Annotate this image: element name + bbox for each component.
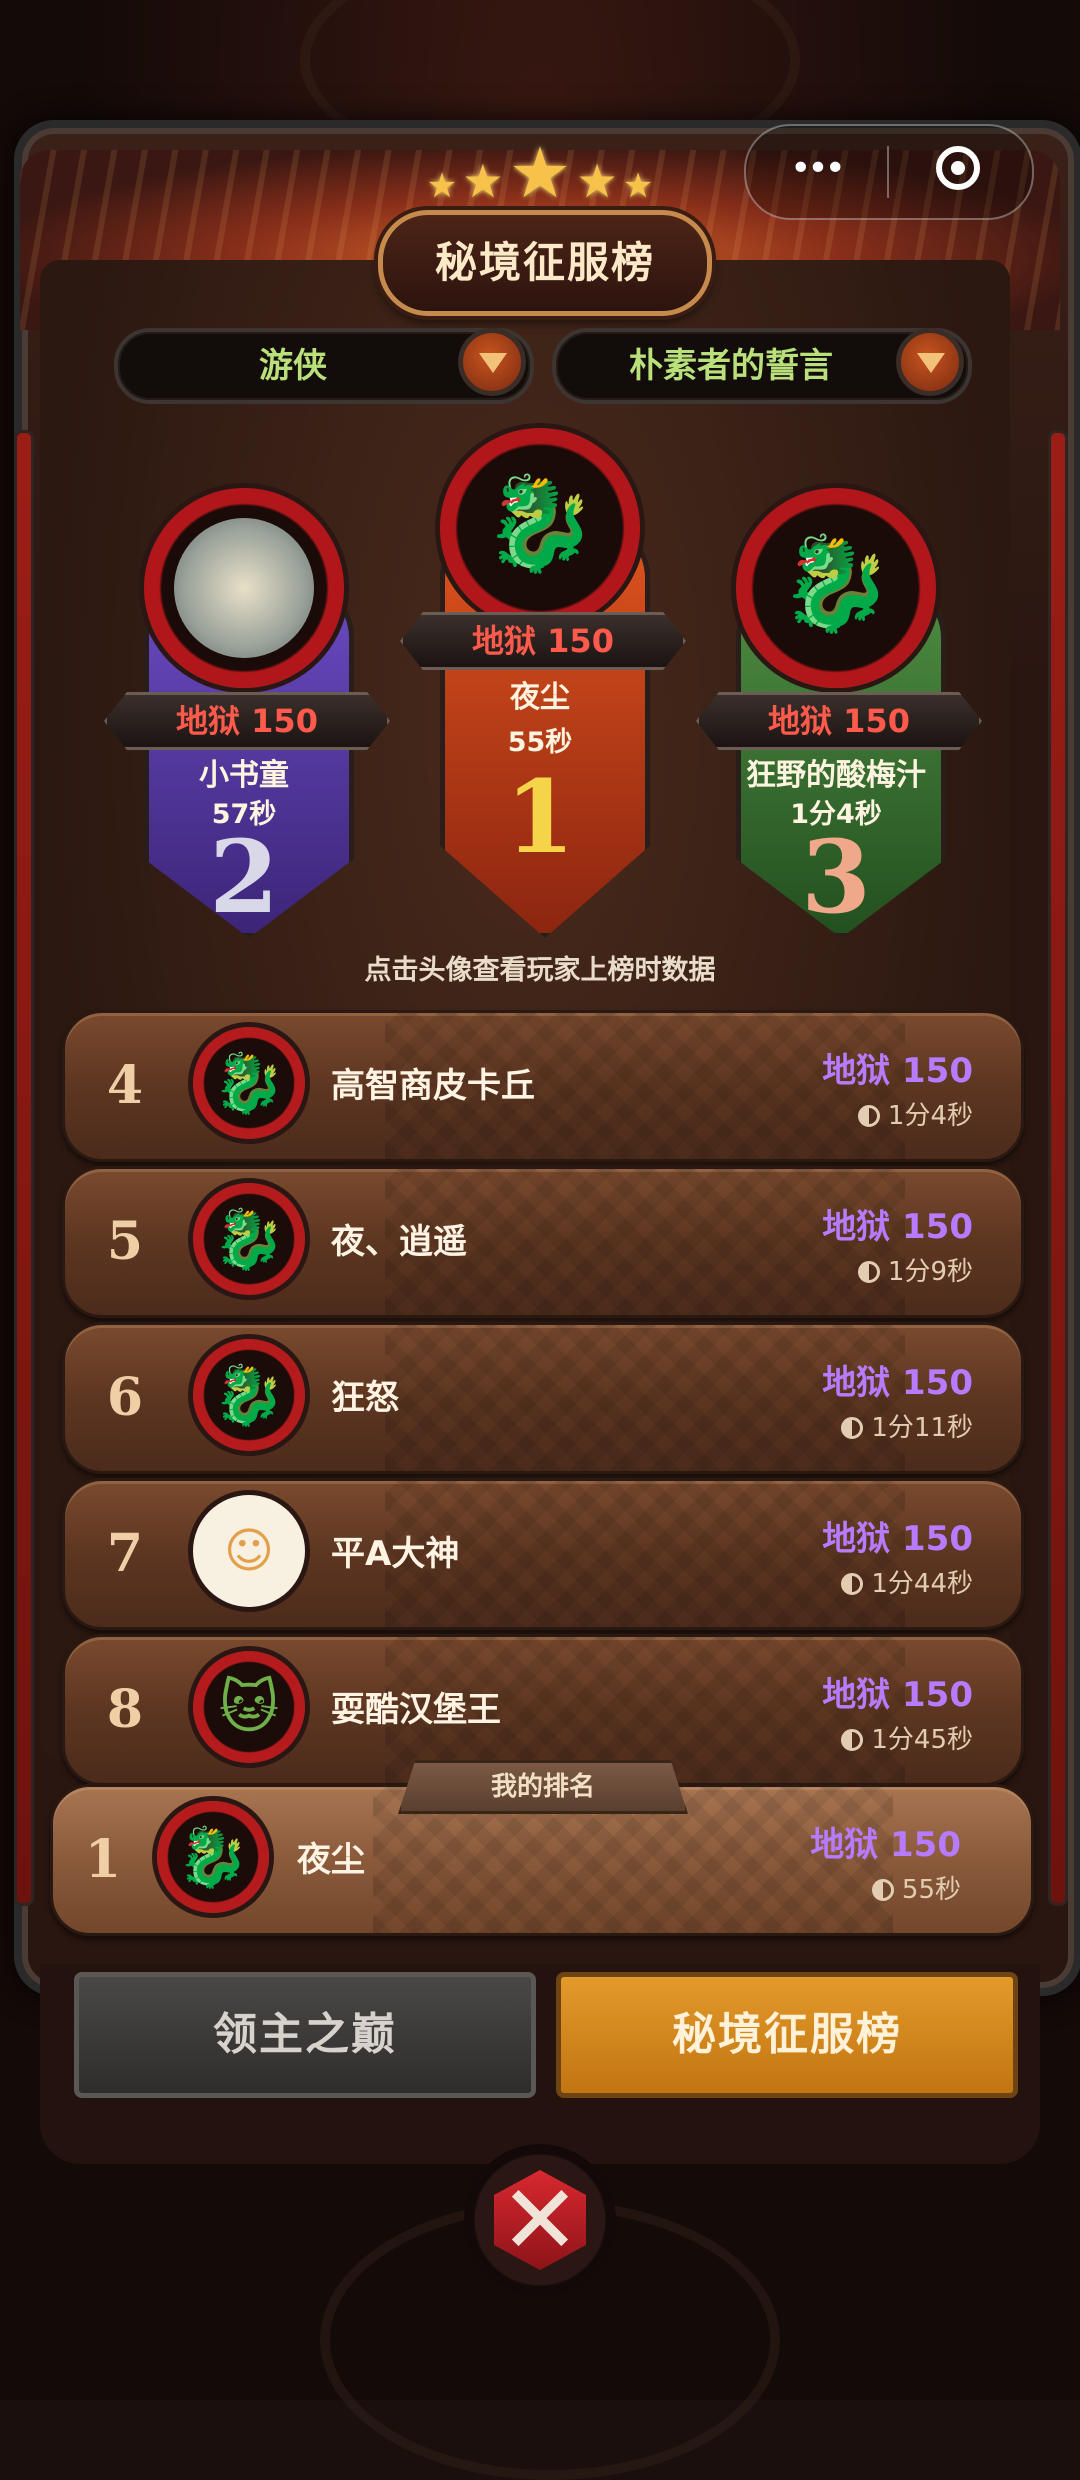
ink-painting-avatar-icon [174, 518, 314, 658]
cat-icon: 🐱 [218, 1673, 280, 1741]
player-name: 平A大神 [331, 1534, 460, 1574]
row-rank: 6 [106, 1367, 144, 1428]
mode-filter-value: 朴素者的誓言 [629, 346, 833, 386]
ranking-row[interactable]: 5 🐉 夜、逍遥 地狱 150 1分9秒 [62, 1166, 1024, 1318]
my-avatar[interactable]: 🐉 [157, 1801, 269, 1913]
row-rank: 5 [106, 1211, 144, 1272]
clock-icon [841, 1729, 864, 1751]
red-dragon-icon: 🐉 [176, 1823, 250, 1891]
podium-first-avatar[interactable]: 🐉 [440, 428, 640, 628]
ranking-row[interactable]: 7 ☺ 平A大神 地狱 150 1分44秒 [62, 1478, 1024, 1630]
podium-first-score: 地狱 150 [400, 612, 686, 670]
player-score: 地狱 150 [822, 1363, 973, 1403]
red-dragon-icon: 🐉 [482, 470, 598, 577]
mode-dropdown-button[interactable] [896, 328, 964, 396]
player-score: 地狱 150 [822, 1207, 973, 1247]
player-time: 1分4秒 [857, 1095, 973, 1132]
close-icon: ✕ [499, 2164, 581, 2276]
player-time: 1分9秒 [857, 1251, 973, 1288]
ranking-row[interactable]: 4 🐉 高智商皮卡丘 地狱 150 1分4秒 [62, 1010, 1024, 1162]
tab-realm-conquest[interactable]: 秘境征服榜 [556, 1972, 1018, 2098]
podium-second-avatar[interactable] [144, 488, 344, 688]
podium-first-time: 55秒 [507, 727, 573, 758]
player-score: 地狱 150 [822, 1675, 973, 1715]
podium-third-avatar[interactable]: 🐉 [736, 488, 936, 688]
podium-first-rank: 1 [505, 758, 575, 876]
star-rating: ★ ★ ★ ★ ★ [400, 132, 680, 214]
red-dragon-icon: 🐉 [212, 1361, 286, 1429]
player-avatar[interactable]: 🐉 [193, 1183, 305, 1295]
row-rank: 7 [106, 1523, 144, 1584]
mode-filter-dropdown[interactable]: 朴素者的誓言 [552, 328, 972, 404]
player-score: 地狱 150 [822, 1051, 973, 1091]
red-dragon-icon: 🐉 [778, 530, 894, 637]
player-avatar[interactable]: 🐱 [193, 1651, 305, 1763]
podium-third-rank: 3 [801, 818, 871, 936]
star-icon: ★ [426, 166, 458, 206]
left-rail [14, 430, 34, 1906]
tab-lord-summit[interactable]: 领主之巅 [74, 1972, 536, 2098]
player-name: 夜、逍遥 [331, 1222, 467, 1262]
chevron-down-icon [479, 353, 507, 373]
podium-second-score: 地狱 150 [104, 692, 390, 750]
podium-second-rank: 2 [209, 818, 279, 936]
podium-third: 🐉 地狱 150 狂野的酸梅汁 1分4秒 3 [696, 488, 982, 938]
star-icon: ★ [462, 154, 504, 208]
my-score: 地狱 150 [810, 1825, 961, 1865]
clock-icon [857, 1261, 880, 1283]
clock-icon [857, 1105, 880, 1127]
my-rank-number: 1 [84, 1829, 122, 1890]
player-time: 1分45秒 [841, 1719, 973, 1756]
player-name: 高智商皮卡丘 [331, 1066, 535, 1106]
class-filter-value: 游侠 [259, 346, 327, 386]
player-avatar[interactable]: 🐉 [193, 1027, 305, 1139]
player-name: 狂怒 [331, 1378, 399, 1418]
red-dragon-icon: 🐉 [212, 1049, 286, 1117]
avatar-hint-text: 点击头像查看玩家上榜时数据 [364, 955, 716, 986]
right-rail [1048, 430, 1068, 1906]
podium-second: 地狱 150 小书童 57秒 2 [104, 488, 390, 938]
my-name: 夜尘 [297, 1840, 365, 1880]
player-avatar[interactable]: ☺ [193, 1495, 305, 1607]
player-time: 1分11秒 [841, 1407, 973, 1444]
row-rank: 4 [106, 1055, 144, 1116]
class-dropdown-button[interactable] [458, 328, 526, 396]
clock-icon [871, 1879, 894, 1901]
star-icon: ★ [576, 154, 618, 208]
chevron-down-icon [917, 353, 945, 373]
podium-first-name: 夜尘 [510, 680, 570, 715]
player-time: 1分44秒 [841, 1563, 973, 1600]
clock-icon [841, 1573, 864, 1595]
podium-first: 🐉 地狱 150 夜尘 55秒 1 [400, 428, 686, 938]
star-icon: ★ [508, 132, 572, 214]
red-dragon-icon: 🐉 [212, 1205, 286, 1273]
page-title: 秘境征服榜 [378, 210, 712, 316]
clock-icon [841, 1417, 864, 1439]
podium-third-score: 地狱 150 [696, 692, 982, 750]
podium-third-name: 狂野的酸梅汁 [746, 758, 926, 793]
cartoon-kid-icon: ☺ [223, 1523, 275, 1579]
row-rank: 8 [106, 1679, 144, 1740]
player-avatar[interactable]: 🐉 [193, 1339, 305, 1451]
miniprogram-capsule: ••• [744, 124, 1034, 220]
close-button[interactable]: ✕ [464, 2144, 616, 2296]
star-icon: ★ [622, 166, 654, 206]
player-score: 地狱 150 [822, 1519, 973, 1559]
ranking-row[interactable]: 6 🐉 狂怒 地狱 150 1分11秒 [62, 1322, 1024, 1474]
more-icon[interactable]: ••• [786, 151, 846, 187]
podium-second-name: 小书童 [199, 758, 289, 793]
close-miniprogram-icon[interactable] [936, 146, 980, 190]
my-rank-tag: 我的排名 [398, 1760, 688, 1814]
class-filter-dropdown[interactable]: 游侠 [114, 328, 534, 404]
my-time: 55秒 [871, 1869, 961, 1906]
